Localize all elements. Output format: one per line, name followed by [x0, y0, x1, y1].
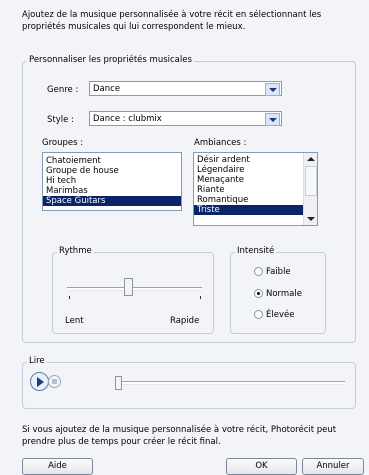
genre-dropdown[interactable]: Dance [89, 81, 282, 96]
list-item-selected[interactable]: Space Guitars [43, 196, 181, 206]
rhythm-tick-min [69, 296, 70, 299]
rhythm-title: Rythme [57, 246, 94, 257]
intensity-title: Intensité [235, 246, 277, 257]
rhythm-max-label: Rapide [170, 316, 200, 326]
intensity-radio-low[interactable] [254, 267, 263, 276]
play-group [22, 362, 356, 409]
intensity-label-low: Faible [266, 267, 291, 277]
style-value: Dance : clubmix [93, 114, 162, 124]
list-item-selected[interactable]: Triste [194, 205, 303, 215]
chevron-down-icon[interactable] [265, 83, 280, 96]
cancel-button[interactable]: Annuler [302, 458, 364, 475]
groups-list[interactable]: Chatoiement Groupe de house Hi tech Mari… [42, 152, 182, 211]
style-label: Style : [47, 115, 74, 125]
ok-button[interactable]: OK [226, 458, 297, 475]
list-item[interactable]: Hi tech [43, 176, 181, 186]
play-position-thumb[interactable] [115, 376, 122, 390]
list-item[interactable]: Riante [194, 185, 317, 195]
intensity-label-high: Élevée [266, 310, 295, 320]
moods-list[interactable]: Désir ardent Légendaire Menaçante Riante… [193, 152, 318, 226]
note-text: Si vous ajoutez de la musique personnali… [22, 425, 337, 447]
intensity-label-normal: Normale [266, 289, 302, 299]
intensity-radio-normal[interactable] [254, 289, 263, 298]
scroll-down-icon[interactable] [304, 213, 317, 225]
list-item[interactable]: Groupe de house [43, 166, 181, 176]
play-position-track[interactable] [115, 381, 345, 385]
stop-icon[interactable] [48, 375, 61, 388]
genre-label: Genre : [47, 85, 79, 95]
intensity-radio-high[interactable] [254, 310, 263, 319]
scroll-thumb[interactable] [305, 166, 317, 196]
chevron-down-icon[interactable] [265, 113, 280, 126]
list-item[interactable]: Romantique [194, 195, 317, 205]
list-item[interactable]: Légendaire [194, 165, 317, 175]
customize-group-title: Personnaliser les propriétés musicales [27, 55, 194, 66]
intro-text: Ajoutez de la musique personnalisée à vo… [22, 10, 322, 32]
scroll-up-icon[interactable] [304, 153, 317, 165]
style-dropdown[interactable]: Dance : clubmix [89, 111, 282, 126]
groups-label: Groupes : [42, 138, 84, 148]
help-button[interactable]: Aide [22, 458, 93, 475]
play-icon[interactable] [30, 372, 49, 391]
list-item[interactable]: Chatoiement [43, 156, 181, 166]
rhythm-tick-max [200, 296, 201, 299]
play-group-title: Lire [27, 356, 47, 367]
moods-scrollbar[interactable] [303, 153, 317, 225]
list-item[interactable]: Marimbas [43, 186, 181, 196]
moods-label: Ambiances : [194, 138, 247, 148]
rhythm-slider-thumb[interactable] [123, 278, 133, 296]
list-item[interactable]: Menaçante [194, 175, 317, 185]
genre-value: Dance [93, 84, 121, 94]
rhythm-track[interactable] [67, 287, 202, 291]
rhythm-min-label: Lent [65, 316, 84, 326]
list-item[interactable]: Désir ardent [194, 155, 317, 165]
